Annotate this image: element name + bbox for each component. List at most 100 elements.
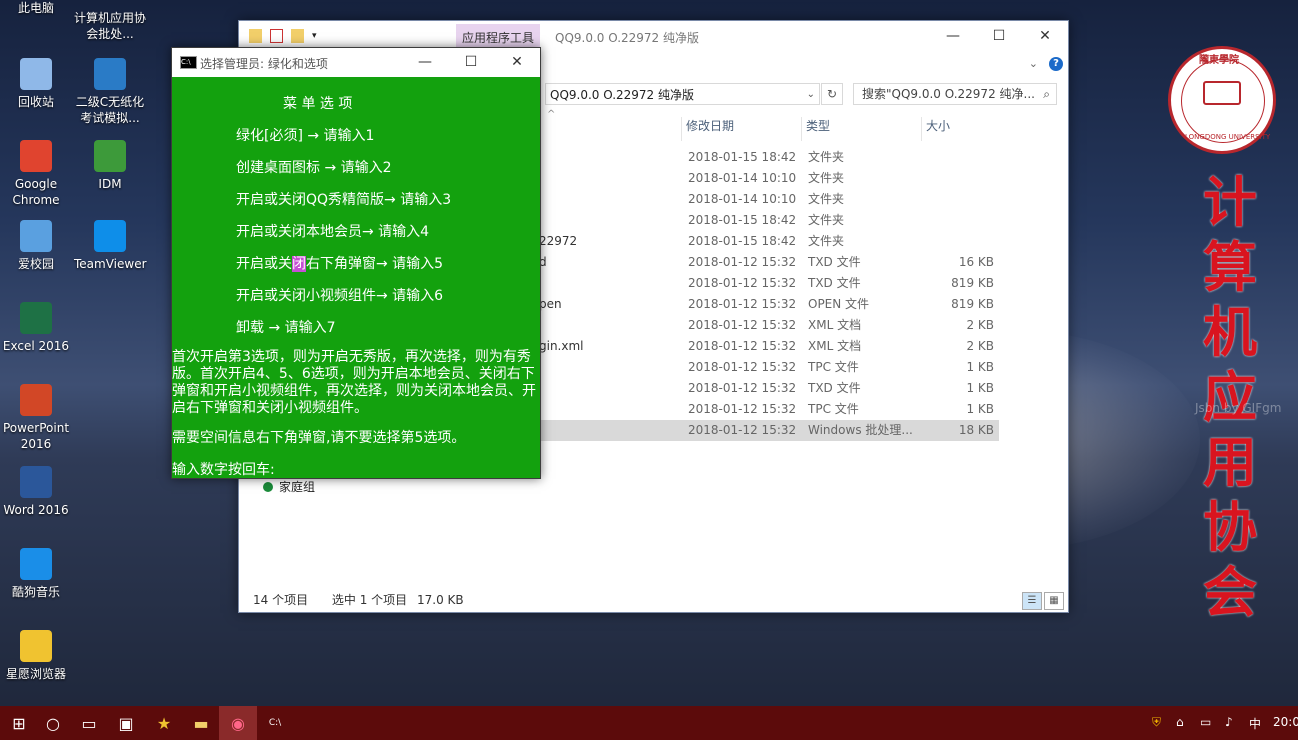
minimize-button[interactable]: —	[930, 21, 976, 51]
task-view-icon[interactable]: ▭	[70, 706, 108, 740]
table-row[interactable]: 2018-01-14 10:10 文件夹	[539, 189, 999, 210]
homegroup-icon	[263, 482, 273, 492]
cell-size: 2 KB	[966, 339, 994, 353]
desktop-icon[interactable]: 回收站	[0, 58, 72, 110]
large-icons-view-button[interactable]: ▦	[1044, 592, 1064, 610]
cell-type: 文件夹	[808, 213, 845, 227]
cell-name: 22972	[539, 234, 578, 248]
customize-dropdown-icon[interactable]: ▾	[312, 29, 320, 43]
cell-date: 2018-01-12 15:32	[688, 339, 797, 353]
new-folder-icon[interactable]	[291, 29, 304, 43]
cell-type: XML 文档	[808, 339, 862, 353]
menu-item-5-pre: 开启或关	[236, 256, 292, 272]
status-size: 17.0 KB	[417, 593, 464, 607]
desktop-icon[interactable]: Word 2016	[0, 466, 72, 518]
help-icon[interactable]: ?	[1049, 57, 1063, 71]
column-type[interactable]: 类型	[801, 117, 918, 141]
desktop-icon[interactable]: PowerPoint 2016	[0, 384, 72, 452]
store-icon[interactable]: ▣	[107, 706, 145, 740]
menu-title: 菜 单 选 项	[283, 96, 353, 112]
teamviewer-icon	[94, 220, 126, 252]
desktop-icon[interactable]: 爱校园	[0, 220, 72, 272]
cell-name: gin.xml	[539, 339, 584, 353]
volume-tray-icon[interactable]: ♪	[1225, 715, 1233, 729]
menu-item-7: 卸载 → 请输入7	[236, 320, 336, 336]
cell-date: 2018-01-14 10:10	[688, 171, 797, 185]
cell-type: Windows 批处理...	[808, 423, 913, 437]
table-row[interactable]: 2018-01-12 15:32 TPC 文件 1 KB	[539, 357, 999, 378]
cmd-titlebar[interactable]: C:\ 选择管理员: 绿化和选项 — ☐ ✕	[172, 48, 540, 77]
column-date[interactable]: 修改日期	[681, 117, 802, 141]
desktop-icon-label: 二级C无纸化考试模拟...	[75, 95, 145, 125]
search-input[interactable]: 搜索"QQ9.0.0 O.22972 纯净... ⌕	[853, 83, 1057, 105]
close-button[interactable]: ✕	[1022, 21, 1068, 51]
table-row[interactable]: d 2018-01-12 15:32 TXD 文件 16 KB	[539, 252, 999, 273]
clock[interactable]: 20:0	[1273, 715, 1298, 729]
menu-item-3: 开启或关闭QQ秀精简版→ 请输入3	[236, 192, 452, 208]
network-tray-icon[interactable]: ⌂	[1176, 715, 1184, 729]
display-tray-icon[interactable]: ▭	[1200, 715, 1211, 729]
table-row[interactable]: 2018-01-12 15:32 XML 文档 2 KB	[539, 315, 999, 336]
cmd-close-button[interactable]: ✕	[494, 48, 540, 77]
desktop-icon[interactable]: 酷狗音乐	[0, 548, 72, 600]
taskbar: ⊞ ○ ▭ ▣ ★ ▬ ◉ C:\ ⛨ ⌂ ▭ ♪ 中 20:0	[0, 706, 1298, 740]
cmd-minimize-button[interactable]: —	[402, 48, 448, 77]
input-prompt[interactable]: 输入数字按回车:	[172, 462, 540, 479]
search-icon[interactable]: ⌕	[1043, 84, 1050, 104]
desktop-icon[interactable]: 计算机应用协会批处...	[74, 10, 146, 42]
file-explorer-taskbar-icon[interactable]: ▬	[182, 706, 220, 740]
ribbon-expand-icon[interactable]: ⌄	[1029, 57, 1038, 70]
status-bar: 14 个项目 选中 1 个项目 17.0 KB	[253, 591, 464, 608]
table-row[interactable]: 2018-01-15 18:42 文件夹	[539, 147, 999, 168]
star-browser-taskbar-icon[interactable]: ★	[145, 706, 183, 740]
desktop-icon-label: 爱校园	[17, 257, 54, 271]
table-row[interactable]: 2018-01-14 10:10 文件夹	[539, 168, 999, 189]
properties-icon[interactable]	[270, 29, 283, 43]
menu-item-2: 创建桌面图标 → 请输入2	[236, 160, 392, 176]
cell-type: TPC 文件	[808, 402, 859, 416]
club-title: 计算机应用协会	[1203, 170, 1257, 624]
powerpoint-icon	[20, 384, 52, 416]
desktop-icon[interactable]: Excel 2016	[0, 302, 72, 354]
address-dropdown-icon[interactable]: ⌄	[807, 84, 815, 106]
column-size[interactable]: 大小	[921, 117, 1002, 141]
desktop-icon[interactable]: 二级C无纸化考试模拟...	[74, 58, 146, 126]
homegroup-label: 家庭组	[279, 480, 316, 494]
start-button[interactable]: ⊞	[0, 706, 38, 740]
cell-size: 1 KB	[966, 360, 994, 374]
details-view-button[interactable]: ☰	[1022, 592, 1042, 610]
folder-icon[interactable]	[249, 29, 262, 43]
table-row[interactable]: 2018-01-12 15:32 TXD 文件 819 KB	[539, 273, 999, 294]
cell-type: 文件夹	[808, 150, 845, 164]
ime-indicator[interactable]: 中	[1249, 715, 1261, 732]
table-row[interactable]: 2018-01-12 15:32 Windows 批处理... 18 KB	[539, 420, 999, 441]
menu-item-6: 开启或关闭小视频组件→ 请输入6	[236, 288, 444, 304]
cmd-taskbar-icon[interactable]: C:\	[256, 706, 294, 740]
table-row[interactable]: gin.xml 2018-01-12 15:32 XML 文档 2 KB	[539, 336, 999, 357]
refresh-button[interactable]: ↻	[821, 83, 843, 105]
maximize-button[interactable]: ☐	[976, 21, 1022, 51]
menu-item-5-post: 右下角弹窗→ 请输入5	[306, 256, 444, 272]
security-tray-icon[interactable]: ⛨	[1152, 715, 1161, 730]
table-row[interactable]: pen 2018-01-12 15:32 OPEN 文件 819 KB	[539, 294, 999, 315]
screen-recorder-taskbar-icon[interactable]: ◉	[219, 706, 257, 740]
desktop-icon[interactable]: TeamViewer	[74, 220, 147, 272]
cell-size: 819 KB	[951, 297, 994, 311]
desktop-icon[interactable]: IDM	[74, 140, 146, 192]
recycle-bin-icon	[20, 58, 52, 90]
desktop-icon[interactable]: 星愿浏览器	[0, 630, 72, 682]
table-row[interactable]: 22972 2018-01-15 18:42 文件夹	[539, 231, 999, 252]
desktop-icon[interactable]: Google Chrome	[0, 140, 72, 208]
search-icon[interactable]: ○	[34, 706, 72, 740]
nav-homegroup[interactable]: 家庭组	[263, 478, 315, 495]
window-title: QQ9.0.0 O.22972 纯净版	[555, 31, 700, 45]
address-bar[interactable]: QQ9.0.0 O.22972 纯净版 ⌄	[545, 83, 820, 105]
search-placeholder: 搜索"QQ9.0.0 O.22972 纯净...	[862, 87, 1035, 101]
desktop-icon[interactable]: 此电脑	[0, 0, 72, 16]
cell-date: 2018-01-12 15:32	[688, 381, 797, 395]
table-row[interactable]: 2018-01-12 15:32 TPC 文件 1 KB	[539, 399, 999, 420]
cmd-window[interactable]: C:\ 选择管理员: 绿化和选项 — ☐ ✕ 菜 单 选 项 绿化[必须] → …	[171, 47, 541, 479]
table-row[interactable]: 2018-01-15 18:42 文件夹	[539, 210, 999, 231]
cmd-maximize-button[interactable]: ☐	[448, 48, 494, 77]
table-row[interactable]: 2018-01-12 15:32 TXD 文件 1 KB	[539, 378, 999, 399]
